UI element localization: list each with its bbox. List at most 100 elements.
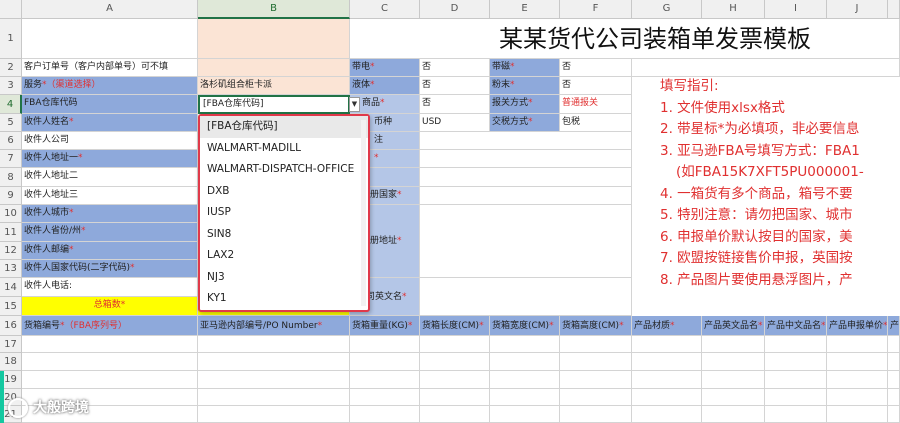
- empty-cell[interactable]: [198, 389, 350, 406]
- column-header-b[interactable]: B: [198, 0, 350, 19]
- validation-dropdown-list[interactable]: [FBA仓库代码] WALMART-MADILL WALMART-DISPATC…: [198, 114, 370, 312]
- empty-cell[interactable]: [632, 336, 702, 353]
- row-header[interactable]: 3: [0, 77, 22, 95]
- cell-j16[interactable]: 产品申报单价*: [827, 316, 888, 336]
- row-header[interactable]: 9: [0, 187, 22, 205]
- cell-f3[interactable]: 否: [560, 77, 632, 95]
- cell-a1[interactable]: [22, 19, 198, 59]
- empty-cell[interactable]: [765, 371, 827, 389]
- cell-a6[interactable]: 收件人公司: [22, 132, 198, 150]
- row-header[interactable]: 4: [0, 95, 22, 114]
- empty-cell[interactable]: [350, 389, 420, 406]
- cell-d7-merged[interactable]: [420, 150, 632, 168]
- column-header-i[interactable]: I: [765, 0, 827, 19]
- dropdown-option[interactable]: [FBA仓库代码]: [200, 116, 368, 138]
- column-header-j[interactable]: J: [827, 0, 888, 19]
- cell-c2[interactable]: 带电*: [350, 59, 420, 77]
- dropdown-arrow-icon[interactable]: ▼: [349, 97, 360, 112]
- empty-cell[interactable]: [560, 336, 632, 353]
- dropdown-option[interactable]: WALMART-DISPATCH-OFFICE: [200, 159, 368, 181]
- row-header[interactable]: 1: [0, 19, 22, 59]
- empty-cell[interactable]: [198, 353, 350, 371]
- dropdown-option[interactable]: NJ3: [200, 267, 368, 289]
- empty-cell[interactable]: [888, 371, 900, 389]
- empty-cell[interactable]: [560, 389, 632, 406]
- cell-a13[interactable]: 收件人国家代码(二字代码)*: [22, 260, 198, 278]
- cell-a16[interactable]: 货箱编号*（FBA序列号）: [22, 316, 198, 336]
- empty-cell[interactable]: [420, 371, 490, 389]
- row-header[interactable]: 8: [0, 168, 22, 187]
- cell-g2[interactable]: [632, 59, 900, 77]
- empty-cell[interactable]: [827, 371, 888, 389]
- cell-c4[interactable]: 商品*: [350, 95, 420, 114]
- empty-cell[interactable]: [632, 406, 702, 423]
- cell-c16[interactable]: 货箱重量(KG)*: [350, 316, 420, 336]
- dropdown-scrollbar[interactable]: [361, 120, 366, 306]
- cell-d16[interactable]: 货箱长度(CM)*: [420, 316, 490, 336]
- empty-cell[interactable]: [490, 371, 560, 389]
- cell-d9-merged[interactable]: [420, 187, 632, 205]
- cell-d8-merged[interactable]: [420, 168, 632, 187]
- row-header[interactable]: 6: [0, 132, 22, 150]
- cell-e3[interactable]: 粉末*: [490, 77, 560, 95]
- empty-cell[interactable]: [827, 336, 888, 353]
- row-header[interactable]: 10: [0, 205, 22, 223]
- row-header[interactable]: 13: [0, 260, 22, 278]
- cell-d5[interactable]: USD: [420, 114, 490, 132]
- empty-cell[interactable]: [765, 353, 827, 371]
- cell-e5[interactable]: 交税方式*: [490, 114, 560, 132]
- empty-cell[interactable]: [22, 353, 198, 371]
- empty-cell[interactable]: [198, 406, 350, 423]
- empty-cell[interactable]: [420, 406, 490, 423]
- cell-a8[interactable]: 收件人地址二: [22, 168, 198, 187]
- empty-cell[interactable]: [827, 389, 888, 406]
- cell-d2[interactable]: 否: [420, 59, 490, 77]
- empty-cell[interactable]: [420, 389, 490, 406]
- empty-cell[interactable]: [888, 406, 900, 423]
- empty-cell[interactable]: [350, 406, 420, 423]
- empty-cell[interactable]: [490, 336, 560, 353]
- row-header[interactable]: 18: [0, 353, 22, 371]
- cell-e16[interactable]: 货箱宽度(CM)*: [490, 316, 560, 336]
- empty-cell[interactable]: [198, 336, 350, 353]
- cell-e2[interactable]: 带磁*: [490, 59, 560, 77]
- empty-cell[interactable]: [560, 371, 632, 389]
- cell-g16[interactable]: 产品材质*: [632, 316, 702, 336]
- active-cell-b4[interactable]: [FBA仓库代码]: [198, 95, 350, 114]
- cell-k16[interactable]: 产: [888, 316, 900, 336]
- empty-cell[interactable]: [702, 353, 765, 371]
- empty-cell[interactable]: [22, 371, 198, 389]
- cell-a2[interactable]: 客户订单号（客户内部单号）可不填: [22, 59, 198, 77]
- empty-cell[interactable]: [420, 353, 490, 371]
- cell-h16[interactable]: 产品英文品名*: [702, 316, 765, 336]
- row-header[interactable]: 7: [0, 150, 22, 168]
- cell-a11[interactable]: 收件人省份/州*: [22, 223, 198, 242]
- cell-b16[interactable]: 亚马逊内部编号/PO Number*: [198, 316, 350, 336]
- empty-cell[interactable]: [350, 336, 420, 353]
- dropdown-option[interactable]: SIN8: [200, 224, 368, 246]
- row-header[interactable]: 12: [0, 242, 22, 260]
- column-header-k[interactable]: [888, 0, 900, 19]
- empty-cell[interactable]: [490, 389, 560, 406]
- empty-cell[interactable]: [632, 389, 702, 406]
- row-header[interactable]: 15: [0, 297, 22, 316]
- empty-cell[interactable]: [22, 336, 198, 353]
- cell-a12[interactable]: 收件人邮编*: [22, 242, 198, 260]
- column-header-d[interactable]: D: [420, 0, 490, 19]
- empty-cell[interactable]: [350, 371, 420, 389]
- empty-cell[interactable]: [702, 406, 765, 423]
- cell-f16[interactable]: 货箱高度(CM)*: [560, 316, 632, 336]
- cell-i16[interactable]: 产品中文品名*: [765, 316, 827, 336]
- empty-cell[interactable]: [765, 336, 827, 353]
- row-header[interactable]: 2: [0, 59, 22, 77]
- dropdown-option[interactable]: IUSP: [200, 202, 368, 224]
- cell-d4[interactable]: 否: [420, 95, 490, 114]
- dropdown-option[interactable]: KY1: [200, 288, 368, 310]
- empty-cell[interactable]: [632, 353, 702, 371]
- empty-cell[interactable]: [560, 406, 632, 423]
- column-header-c[interactable]: C: [350, 0, 420, 19]
- empty-cell[interactable]: [350, 353, 420, 371]
- cell-a10[interactable]: 收件人城市*: [22, 205, 198, 223]
- cell-b3[interactable]: 洛杉矶组合柜卡派: [198, 77, 350, 95]
- empty-cell[interactable]: [702, 336, 765, 353]
